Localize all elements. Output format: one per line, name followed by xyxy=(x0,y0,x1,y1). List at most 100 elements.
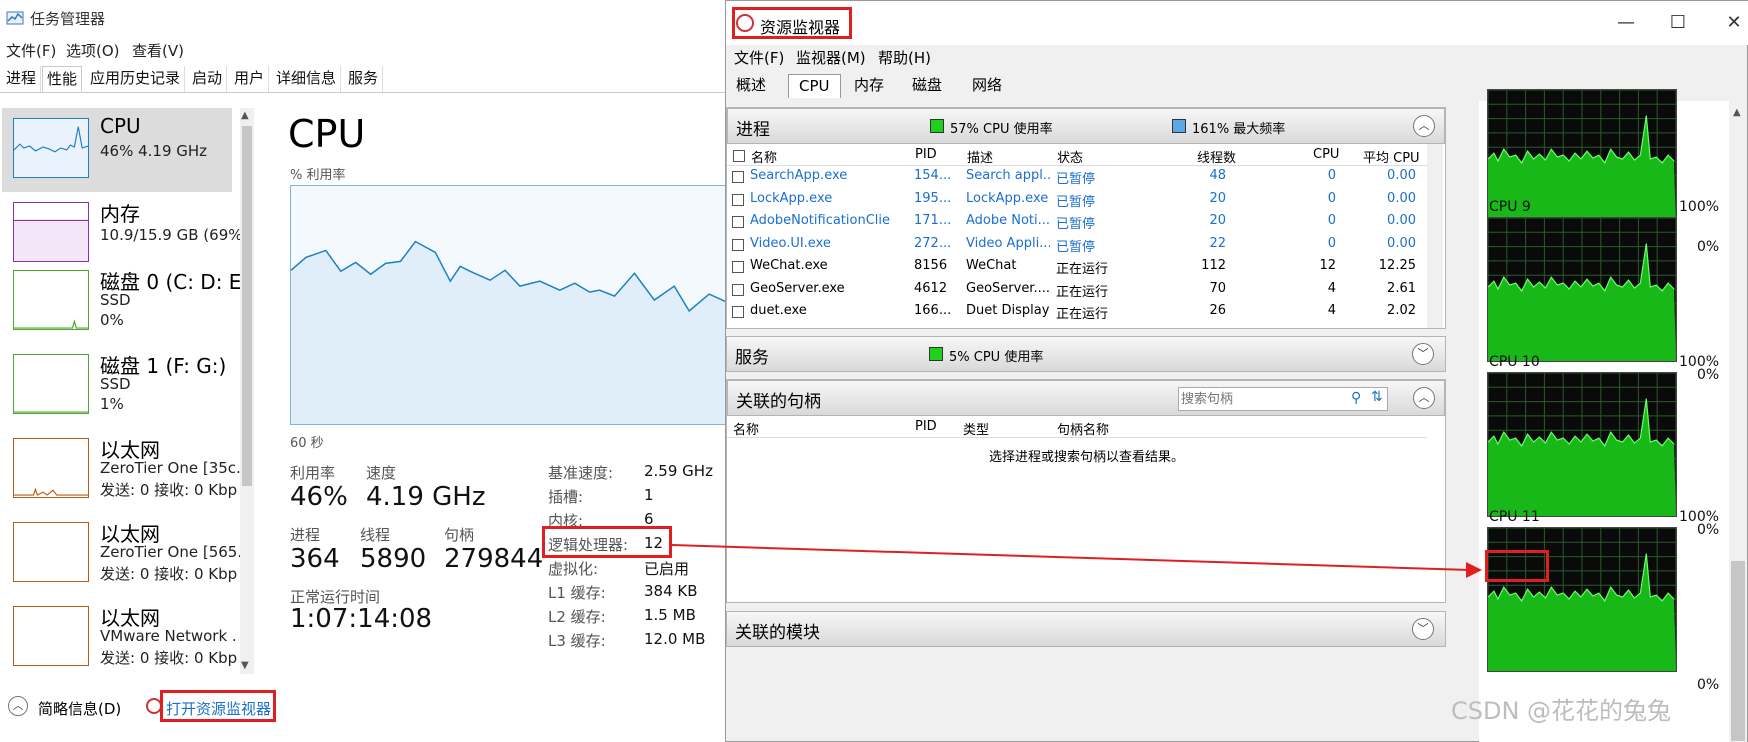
sidebar-sub: 发送: 0 接收: 0 Kbp xyxy=(100,565,238,583)
col-cpu[interactable]: CPU xyxy=(1313,147,1339,162)
collapse-icon[interactable]: ︿ xyxy=(1413,115,1435,137)
expand-icon[interactable]: ﹀ xyxy=(1412,618,1434,640)
col-description[interactable]: 描述 xyxy=(967,147,993,166)
col-handle-name[interactable]: 句柄名称 xyxy=(1057,419,1109,438)
table-row[interactable]: duet.exe 166... Duet Display 正在运行 26 4 2.02 xyxy=(726,300,1426,323)
info-label: 逻辑处理器: xyxy=(548,536,629,554)
row-checkbox[interactable] xyxy=(732,283,744,296)
table-row[interactable]: WeChat.exe 8156 WeChat 正在运行 112 12 12.25 xyxy=(726,255,1426,278)
tab-processes[interactable]: 进程 xyxy=(2,66,42,92)
process-avg-cpu: 0.00 xyxy=(1387,235,1416,251)
refresh-icon[interactable]: ⇅ xyxy=(1371,389,1383,405)
task-manager-icon xyxy=(6,11,24,25)
menu-view[interactable]: 查看(V) xyxy=(132,40,184,61)
tab-overview[interactable]: 概述 xyxy=(726,74,776,98)
row-checkbox[interactable] xyxy=(732,171,744,183)
col-name[interactable]: 名称 xyxy=(751,147,777,166)
sidebar-item-ethernet-1[interactable]: 以太网 ZeroTier One [35c. 发送: 0 接收: 0 Kbp xyxy=(2,428,241,512)
scroll-up-icon[interactable]: ▲ xyxy=(241,110,249,121)
minimize-icon[interactable]: — xyxy=(1606,9,1646,37)
process-status: 已暂停 xyxy=(1056,239,1096,255)
cpu-graph-label: CPU 9 xyxy=(1489,199,1531,215)
sidebar-item-ethernet-3[interactable]: 以太网 VMware Network . 发送: 0 接收: 0 Kbp xyxy=(2,596,237,680)
graphs-scroll-thumb[interactable] xyxy=(1731,561,1745,741)
col-name[interactable]: 名称 xyxy=(733,419,759,438)
menu-monitor[interactable]: 监视器(M) xyxy=(796,47,866,68)
col-pid[interactable]: PID xyxy=(915,419,937,434)
process-section-header[interactable]: 进程 57% CPU 使用率 161% 最大频率 ︿ xyxy=(727,108,1445,144)
row-checkbox[interactable] xyxy=(732,216,744,228)
ethernet1-thumbnail xyxy=(13,438,89,498)
search-icon[interactable]: ⚲ xyxy=(1351,390,1361,406)
cpu-title: CPU xyxy=(288,112,366,156)
close-icon[interactable]: ✕ xyxy=(1714,9,1748,37)
process-pid: 4612 xyxy=(914,280,948,296)
handles-section-header[interactable]: 关联的句柄 ⚲ ⇅ ︿ xyxy=(727,380,1445,416)
row-checkbox[interactable] xyxy=(732,306,744,318)
table-row[interactable]: Video.UI.exe 272... Video Appli... 已暂停 22 0 0.… xyxy=(726,233,1426,256)
scroll-down-icon[interactable]: ▼ xyxy=(241,660,249,671)
sidebar-item-disk1[interactable]: 磁盘 1 (F: G:) SSD 1% xyxy=(2,344,232,428)
row-checkbox[interactable] xyxy=(732,193,744,206)
tab-startup[interactable]: 启动 xyxy=(188,66,228,92)
col-pid[interactable]: PID xyxy=(915,147,937,162)
select-all-checkbox[interactable] xyxy=(733,150,745,162)
services-section-header[interactable]: 服务 5% CPU 使用率 ﹀ xyxy=(726,336,1446,372)
cpu-graph-label: CPU 11 xyxy=(1489,509,1540,525)
table-row[interactable]: LockApp.exe 195... LockApp.exe 已暂停 20 0 0.00 xyxy=(726,188,1426,211)
process-threads: 112 xyxy=(1201,258,1226,273)
process-name: Video.UI.exe xyxy=(750,235,831,251)
tab-divider xyxy=(0,92,735,93)
maximize-icon[interactable]: ☐ xyxy=(1658,9,1698,37)
menu-options[interactable]: 选项(O) xyxy=(66,40,120,61)
tab-app-history[interactable]: 应用历史记录 xyxy=(86,66,186,92)
handle-search-input[interactable] xyxy=(1181,389,1341,409)
tab-details[interactable]: 详细信息 xyxy=(272,66,342,92)
col-status[interactable]: 状态 xyxy=(1057,147,1083,166)
scroll-up-icon[interactable]: ▲ xyxy=(1733,107,1741,118)
tab-users[interactable]: 用户 xyxy=(230,66,270,92)
open-resource-monitor-link[interactable]: 打开资源监视器 xyxy=(166,698,271,719)
process-status: 正在运行 xyxy=(1056,307,1109,322)
process-status: 正在运行 xyxy=(1056,284,1109,300)
disk0-thumbnail xyxy=(13,270,89,330)
menu-file[interactable]: 文件(F) xyxy=(734,47,784,68)
handle-search-box[interactable]: ⚲ ⇅ xyxy=(1178,387,1388,411)
sidebar-item-cpu[interactable]: CPU 46% 4.19 GHz xyxy=(2,108,232,192)
chevron-up-icon[interactable]: ︿ xyxy=(8,696,28,716)
tab-services[interactable]: 服务 xyxy=(344,66,384,92)
expand-icon[interactable]: ﹀ xyxy=(1412,343,1434,365)
col-avg-cpu[interactable]: 平均 CPU xyxy=(1363,147,1420,166)
tab-network[interactable]: 网络 xyxy=(962,74,1012,98)
process-name: LockApp.exe xyxy=(750,190,833,206)
tab-performance[interactable]: 性能 xyxy=(42,66,83,92)
brief-info-button[interactable]: 简略信息(D) xyxy=(38,698,121,719)
sidebar-item-disk0[interactable]: 磁盘 0 (C: D: E: SSD 0% xyxy=(2,260,248,344)
tab-memory[interactable]: 内存 xyxy=(844,74,894,98)
menu-file[interactable]: 文件(F) xyxy=(6,40,56,61)
handles-table-header: 名称 PID 类型 句柄名称 xyxy=(727,416,1427,438)
sidebar-scroll-thumb[interactable] xyxy=(242,126,252,486)
process-description: LockApp.exe xyxy=(966,190,1049,206)
table-row[interactable]: AdobeNotificationClien... 171... Adobe Not… xyxy=(726,210,1426,233)
graph-time-label: 60 秒 xyxy=(290,436,324,451)
modules-section-header[interactable]: 关联的模块 ﹀ xyxy=(726,611,1446,647)
menu-help[interactable]: 帮助(H) xyxy=(878,47,931,68)
sidebar-sub: VMware Network . xyxy=(100,627,237,645)
process-avg-cpu: 2.02 xyxy=(1387,303,1416,318)
col-threads[interactable]: 线程数 xyxy=(1197,147,1236,166)
sidebar-sub: SSD xyxy=(100,291,131,309)
table-row[interactable]: GeoServer.exe 4612 GeoServer.... 正在运行 70 4 2.6… xyxy=(726,278,1426,301)
row-checkbox[interactable] xyxy=(732,238,744,251)
cpu-graph-min: 0% xyxy=(1697,239,1720,255)
row-checkbox[interactable] xyxy=(732,261,744,273)
task-manager-footer: ︿ 简略信息(D) 打开资源监视器 xyxy=(0,690,735,730)
sidebar-item-ethernet-2[interactable]: 以太网 ZeroTier One [565. 发送: 0 接收: 0 Kbp xyxy=(2,512,242,596)
tab-cpu[interactable]: CPU xyxy=(788,74,841,98)
info-value: 已启用 xyxy=(644,560,690,578)
collapse-icon[interactable]: ︿ xyxy=(1413,387,1435,409)
table-row[interactable]: SearchApp.exe 154... Search appl... 已暂停 48 0 0… xyxy=(726,165,1426,188)
tab-disk[interactable]: 磁盘 xyxy=(902,74,952,98)
sidebar-sub: 发送: 0 接收: 0 Kbp xyxy=(100,481,238,499)
col-type[interactable]: 类型 xyxy=(963,419,989,438)
